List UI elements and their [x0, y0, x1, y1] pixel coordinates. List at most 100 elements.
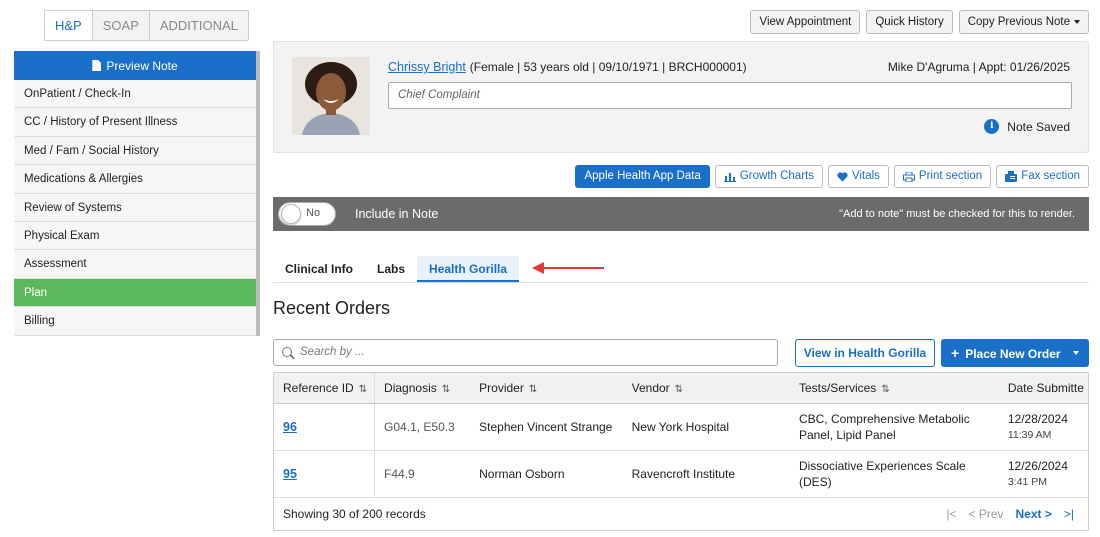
include-note-label: Include in Note	[355, 207, 439, 221]
bar-chart-icon	[723, 172, 736, 182]
sort-icon: ⇅	[528, 384, 538, 395]
sort-icon: ⇅	[358, 384, 368, 395]
cell-diagnosis: F44.9	[384, 467, 415, 481]
table-header: Reference ID ⇅ Diagnosis ⇅ Provider ⇅ Vendo…	[274, 373, 1088, 404]
view-appointment-button[interactable]: View Appointment	[750, 10, 861, 34]
vitals-label: Vitals	[851, 170, 880, 182]
tab-health-gorilla[interactable]: Health Gorilla	[417, 256, 520, 282]
column-reference-id[interactable]: Reference ID ⇅	[274, 373, 376, 403]
top-toolbar: View Appointment Quick History Copy Prev…	[750, 10, 1089, 34]
plan-subtabs: Clinical Info Labs Health Gorilla	[273, 256, 1089, 283]
cell-tests: Dissociative Experiences Scale (DES)	[798, 459, 966, 489]
time-value: 11:39 AM	[1007, 429, 1052, 441]
provider-appointment: Mike D'Agruma | Appt: 01/26/2025	[887, 60, 1070, 74]
search-input[interactable]: Search by ...	[273, 339, 778, 366]
plus-icon: +	[951, 345, 960, 361]
date-value: 12/28/2024	[1007, 412, 1068, 426]
patient-avatar	[292, 57, 370, 135]
growth-charts-label: Growth Charts	[739, 170, 814, 182]
sidebar-item-medications[interactable]: Medications & Allergies	[14, 165, 256, 194]
sidebar-item-history[interactable]: Med / Fam / Social History	[14, 136, 256, 166]
next-page-button[interactable]: Next >	[1016, 507, 1052, 521]
preview-note-label: Preview Note	[106, 58, 178, 73]
patient-details: (Female | 53 years old | 09/10/1971 | BR…	[469, 60, 747, 74]
place-new-order-button[interactable]: + Place New Order	[941, 339, 1089, 367]
toggle-knob	[281, 204, 301, 224]
cell-vendor: Ravencroft Institute	[631, 467, 736, 481]
copy-previous-note-label: Copy Previous Note	[967, 16, 1070, 28]
patient-card: Chrissy Bright (Female | 53 years old | 0…	[273, 41, 1089, 153]
tab-soap[interactable]: SOAP	[92, 11, 150, 40]
column-diagnosis[interactable]: Diagnosis ⇅	[375, 373, 470, 403]
records-count: Showing 30 of 200 records	[283, 507, 426, 521]
sidebar-item-physical-exam[interactable]: Physical Exam	[14, 221, 256, 251]
place-new-order-label: Place New Order	[965, 347, 1061, 361]
sidebar-item-cc-hpi[interactable]: CC / History of Present Illness	[14, 108, 256, 137]
fax-section-button[interactable]: Fax section	[996, 165, 1089, 188]
pagination: |< < Prev Next > >|	[946, 507, 1074, 521]
search-placeholder: Search by ...	[300, 346, 365, 358]
order-link[interactable]: 95	[283, 466, 374, 482]
print-section-button[interactable]: Print section	[893, 165, 992, 188]
chevron-down-icon	[1074, 19, 1080, 24]
toggle-state-label: No	[306, 207, 321, 219]
column-provider[interactable]: Provider ⇅	[470, 373, 622, 403]
vitals-button[interactable]: Vitals	[827, 165, 889, 188]
apple-health-button[interactable]: Apple Health App Data	[575, 165, 710, 188]
chevron-down-icon	[1073, 351, 1079, 355]
fax-icon	[1005, 171, 1018, 182]
save-status-label: Note Saved	[1007, 119, 1070, 134]
fax-section-label: Fax section	[1021, 170, 1080, 182]
tab-additional[interactable]: ADDITIONAL	[149, 11, 248, 40]
quick-history-button[interactable]: Quick History	[866, 10, 953, 34]
cell-reference-id: 95	[274, 451, 376, 497]
sidebar-item-billing[interactable]: Billing	[14, 307, 256, 336]
tab-hp[interactable]: H&P	[45, 11, 93, 40]
tab-clinical-info[interactable]: Clinical Info	[273, 256, 365, 282]
cell-diagnosis: G04.1, E50.3	[384, 420, 455, 434]
sort-icon: ⇅	[441, 384, 451, 395]
table-row: 95 F44.9 Norman Osborn Ravencroft Instit…	[274, 451, 1088, 498]
view-health-gorilla-button[interactable]: View in Health Gorilla	[795, 339, 935, 367]
cell-provider: Norman Osborn	[479, 467, 565, 481]
column-date-submitted[interactable]: Date Submitte	[999, 373, 1088, 403]
cell-provider: Stephen Vincent Strange	[479, 420, 613, 434]
cell-reference-id: 96	[274, 404, 376, 450]
recent-orders-title: Recent Orders	[273, 298, 391, 318]
document-icon	[92, 60, 102, 71]
chief-complaint-input[interactable]: Chief Complaint	[388, 82, 1072, 109]
sort-icon: ⇅	[674, 384, 684, 395]
patient-header: Chrissy Bright (Female | 53 years old | 0…	[388, 60, 747, 74]
sidebar-item-plan[interactable]: Plan	[14, 278, 256, 308]
render-note: "Add to note" must be checked for this t…	[839, 208, 1075, 220]
table-row: 96 G04.1, E50.3 Stephen Vincent Strange …	[274, 404, 1088, 451]
order-link[interactable]: 96	[283, 419, 374, 435]
save-status: i Note Saved	[984, 119, 1070, 134]
search-icon	[282, 347, 292, 357]
last-page-button[interactable]: >|	[1064, 507, 1074, 521]
date-value: 12/26/2024	[1007, 459, 1068, 473]
column-tests[interactable]: Tests/Services ⇅	[790, 373, 999, 403]
tab-labs[interactable]: Labs	[365, 256, 417, 282]
sidebar-item-assessment[interactable]: Assessment	[14, 250, 256, 279]
patient-name-link[interactable]: Chrissy Bright	[388, 60, 466, 74]
copy-previous-note-button[interactable]: Copy Previous Note	[958, 10, 1089, 34]
preview-note-button[interactable]: Preview Note	[14, 51, 256, 80]
cell-vendor: New York Hospital	[631, 420, 730, 434]
prev-page-button[interactable]: < Prev	[969, 507, 1004, 521]
include-note-bar: No Include in Note "Add to note" must be…	[273, 197, 1089, 231]
sort-icon: ⇅	[881, 384, 890, 395]
column-vendor[interactable]: Vendor ⇅	[623, 373, 790, 403]
section-actions: Apple Health App Data Growth Charts Vita…	[575, 165, 1089, 188]
table-footer: Showing 30 of 200 records |< < Prev Next…	[274, 498, 1088, 530]
growth-charts-button[interactable]: Growth Charts	[714, 165, 823, 188]
first-page-button[interactable]: |<	[946, 507, 956, 521]
cell-date: 12/26/2024 3:41 PM	[999, 451, 1088, 497]
sidebar-item-ros[interactable]: Review of Systems	[14, 193, 256, 222]
include-note-toggle[interactable]: No	[278, 202, 336, 226]
time-value: 3:41 PM	[1007, 476, 1047, 488]
cell-tests: CBC, Comprehensive Metabolic Panel, Lipi…	[798, 412, 970, 442]
sidebar: Preview Note OnPatient / Check-In CC / H…	[14, 51, 260, 336]
orders-table: Reference ID ⇅ Diagnosis ⇅ Provider ⇅ Vendo…	[273, 372, 1089, 531]
sidebar-item-checkin[interactable]: OnPatient / Check-In	[14, 80, 256, 109]
